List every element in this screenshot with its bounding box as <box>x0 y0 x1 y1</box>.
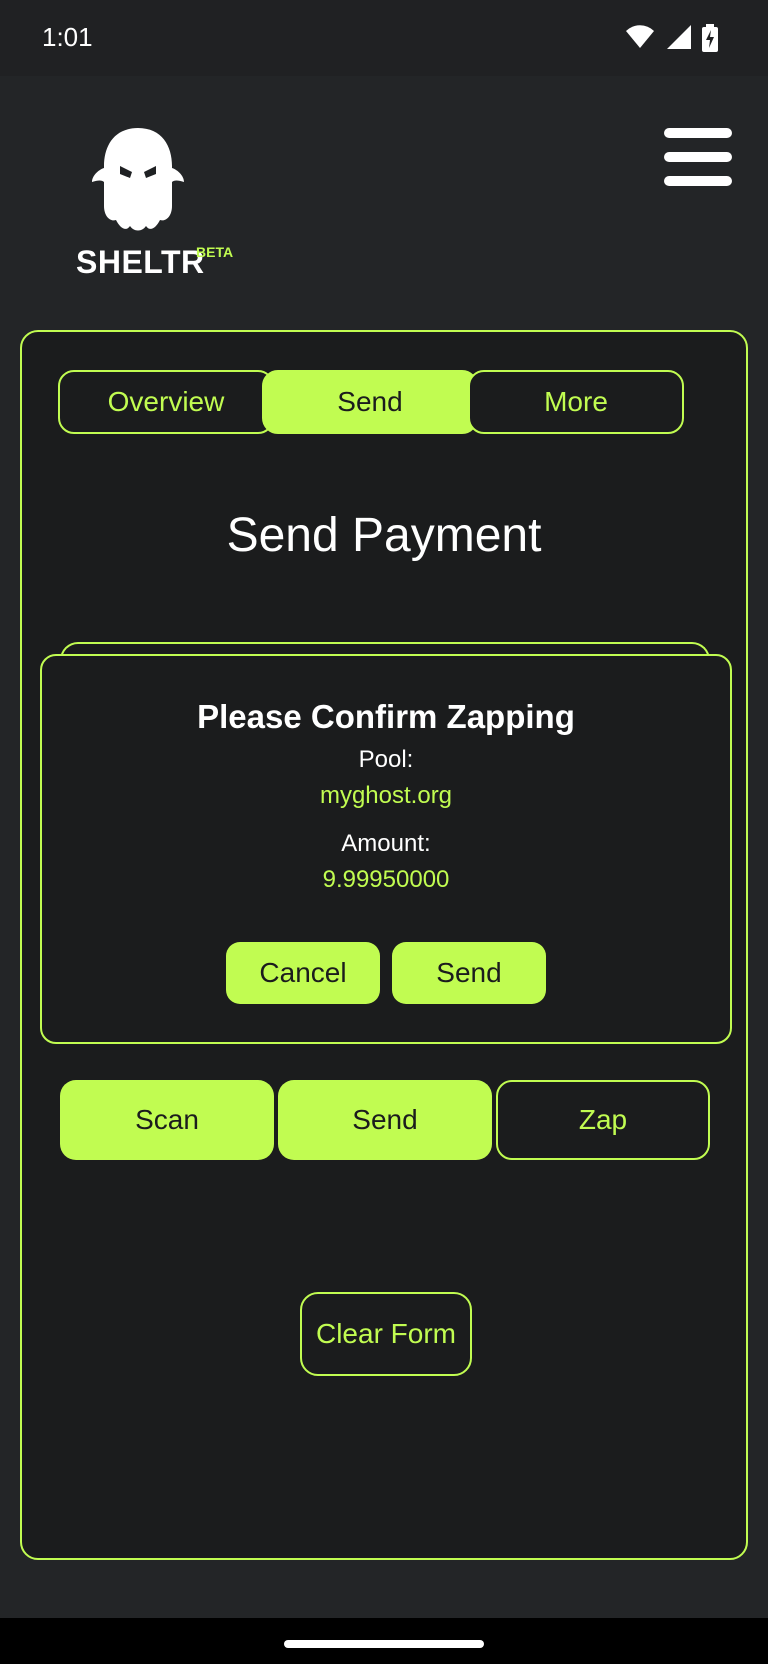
status-time: 1:01 <box>42 22 93 52</box>
signal-icon <box>666 25 691 49</box>
scan-button[interactable]: Scan <box>60 1080 274 1160</box>
menu-bar-middle <box>664 152 732 162</box>
wifi-icon <box>626 25 655 48</box>
tab-more[interactable]: More <box>468 370 684 434</box>
status-bar: 1:01 <box>0 0 768 76</box>
ghost-logo-icon <box>92 128 184 231</box>
amount-value: 9.99950000 <box>322 866 450 893</box>
zap-button[interactable]: Zap <box>496 1080 710 1160</box>
dialog-title: Please Confirm Zapping <box>197 698 575 735</box>
tab-send[interactable]: Send <box>262 370 478 434</box>
cancel-button[interactable]: Cancel <box>226 942 380 1004</box>
battery-charging-icon <box>702 24 718 52</box>
home-gesture-handle[interactable] <box>284 1640 484 1648</box>
logo-text: SHELTR <box>76 244 205 280</box>
menu-bar-bottom <box>664 176 732 186</box>
send-payment-card: Overview Send More Send Payment Please C… <box>20 330 748 1560</box>
sheltr-logo: SHELTR BETA <box>76 124 246 284</box>
menu-bar-top <box>664 128 732 138</box>
amount-label: Amount: <box>341 830 431 857</box>
navigation-bar <box>0 1618 768 1664</box>
confirm-send-button[interactable]: Send <box>392 942 546 1004</box>
hamburger-menu-icon[interactable] <box>664 128 732 188</box>
clear-form-button[interactable]: Clear Form <box>300 1292 472 1376</box>
pool-label: Pool: <box>358 746 414 773</box>
send-button[interactable]: Send <box>278 1080 492 1160</box>
tab-overview[interactable]: Overview <box>58 370 274 434</box>
page-title: Send Payment <box>226 509 542 562</box>
status-icons <box>619 24 718 52</box>
beta-badge: BETA <box>196 244 234 260</box>
confirm-zap-dialog: Please Confirm Zapping Pool: myghost.org… <box>40 654 732 1044</box>
pool-value: myghost.org <box>319 782 453 809</box>
